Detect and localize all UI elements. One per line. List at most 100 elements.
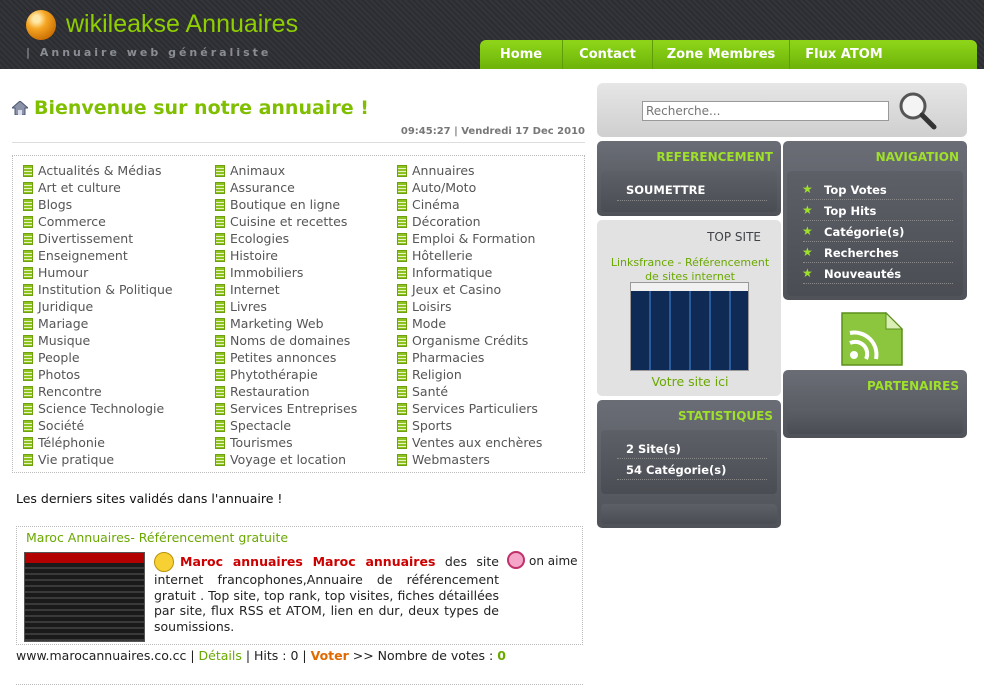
on-aime[interactable]: on aime	[507, 551, 578, 569]
category-link[interactable]: Pharmacies	[397, 349, 542, 366]
vote-link[interactable]: Voter	[311, 648, 349, 663]
category-icon	[215, 216, 225, 228]
category-icon	[23, 233, 33, 245]
category-link[interactable]: Art et culture	[23, 179, 173, 196]
category-link[interactable]: Sports	[397, 417, 542, 434]
category-label: Sports	[412, 418, 453, 433]
search-icon[interactable]	[895, 89, 939, 133]
navigation-title: NAVIGATION	[875, 150, 959, 164]
category-link[interactable]: Institution & Politique	[23, 281, 173, 298]
category-link[interactable]: Petites annonces	[215, 349, 357, 366]
category-label: Marketing Web	[230, 316, 324, 331]
category-label: Blogs	[38, 197, 73, 212]
site-url[interactable]: www.marocannuaires.co.cc	[16, 648, 186, 663]
site-keyword-link[interactable]: Maroc annuaires Maroc annuaires	[180, 554, 435, 569]
top-site-panel: TOP SITE Linksfrance - Référencement de …	[597, 220, 781, 396]
category-link[interactable]: Enseignement	[23, 247, 173, 264]
category-link[interactable]: Spectacle	[215, 417, 357, 434]
category-link[interactable]: Boutique en ligne	[215, 196, 357, 213]
category-link[interactable]: Hôtellerie	[397, 247, 542, 264]
soumettre-link[interactable]: SOUMETTRE	[626, 183, 705, 197]
category-link[interactable]: Religion	[397, 366, 542, 383]
category-link[interactable]: Ecologies	[215, 230, 357, 247]
category-label: Immobiliers	[230, 265, 304, 280]
category-link[interactable]: Décoration	[397, 213, 542, 230]
votre-site-ici-link[interactable]: Votre site ici	[605, 374, 775, 389]
category-icon	[215, 182, 225, 194]
category-link[interactable]: Commerce	[23, 213, 173, 230]
category-link[interactable]: Services Entreprises	[215, 400, 357, 417]
category-list: Actualités & Médias Art et culture Blogs Co…	[12, 155, 585, 473]
category-link[interactable]: Marketing Web	[215, 315, 357, 332]
category-label: Divertissement	[38, 231, 134, 246]
category-label: Annuaires	[412, 163, 475, 178]
category-link[interactable]: Annuaires	[397, 162, 542, 179]
category-link[interactable]: Emploi & Formation	[397, 230, 542, 247]
nav-contact[interactable]: Contact	[563, 40, 653, 69]
category-link[interactable]: Téléphonie	[23, 434, 173, 451]
navigation-link[interactable]: Nouveautés	[824, 267, 901, 281]
category-link[interactable]: Animaux	[215, 162, 357, 179]
logo-icon[interactable]	[26, 10, 56, 40]
category-link[interactable]: Cinéma	[397, 196, 542, 213]
category-link[interactable]: Webmasters	[397, 451, 542, 468]
details-link[interactable]: Détails	[199, 648, 242, 663]
category-label: Photos	[38, 367, 81, 382]
category-link[interactable]: Science Technologie	[23, 400, 173, 417]
category-link[interactable]: Vie pratique	[23, 451, 173, 468]
site-thumbnail[interactable]	[24, 552, 145, 642]
top-site-name[interactable]: Linksfrance - Référencement de sites int…	[605, 256, 775, 284]
category-link[interactable]: Livres	[215, 298, 357, 315]
category-link[interactable]: Divertissement	[23, 230, 173, 247]
category-link[interactable]: Loisirs	[397, 298, 542, 315]
category-icon	[397, 182, 407, 194]
nav-zone-membres[interactable]: Zone Membres	[653, 40, 790, 69]
site-title[interactable]: wikileakse Annuaires	[66, 10, 298, 39]
navigation-link[interactable]: Catégorie(s)	[824, 225, 904, 239]
category-link[interactable]: Juridique	[23, 298, 173, 315]
category-link[interactable]: Cuisine et recettes	[215, 213, 357, 230]
category-link[interactable]: Tourismes	[215, 434, 357, 451]
category-link[interactable]: Humour	[23, 264, 173, 281]
category-link[interactable]: Voyage et location	[215, 451, 357, 468]
category-link[interactable]: Jeux et Casino	[397, 281, 542, 298]
category-link[interactable]: Assurance	[215, 179, 357, 196]
nav-home[interactable]: Home	[480, 40, 563, 69]
category-link[interactable]: Rencontre	[23, 383, 173, 400]
navigation-link[interactable]: Recherches	[824, 246, 899, 260]
category-link[interactable]: Immobiliers	[215, 264, 357, 281]
rss-feed-icon[interactable]	[838, 311, 906, 367]
category-link[interactable]: Internet	[215, 281, 357, 298]
category-link[interactable]: Mariage	[23, 315, 173, 332]
category-link[interactable]: Mode	[397, 315, 542, 332]
category-link[interactable]: Ventes aux enchères	[397, 434, 542, 451]
category-link[interactable]: Santé	[397, 383, 542, 400]
category-icon	[397, 301, 407, 313]
search-input[interactable]	[642, 101, 889, 121]
category-link[interactable]: Musique	[23, 332, 173, 349]
category-link[interactable]: Société	[23, 417, 173, 434]
category-link[interactable]: Organisme Crédits	[397, 332, 542, 349]
category-link[interactable]: Services Particuliers	[397, 400, 542, 417]
category-link[interactable]: Histoire	[215, 247, 357, 264]
category-icon	[23, 165, 33, 177]
category-icon	[397, 216, 407, 228]
category-link[interactable]: Actualités & Médias	[23, 162, 173, 179]
category-link[interactable]: People	[23, 349, 173, 366]
category-link[interactable]: Blogs	[23, 196, 173, 213]
nav-flux-atom[interactable]: Flux ATOM	[790, 40, 898, 69]
navigation-link[interactable]: Top Votes	[824, 183, 887, 197]
navigation-link[interactable]: Top Hits	[824, 204, 876, 218]
category-link[interactable]: Noms de domaines	[215, 332, 357, 349]
category-icon	[23, 301, 33, 313]
category-icon	[23, 335, 33, 347]
category-icon	[215, 352, 225, 364]
site-listing-title[interactable]: Maroc Annuaires- Référencement gratuite	[26, 530, 288, 545]
category-icon	[23, 352, 33, 364]
category-link[interactable]: Phytothérapie	[215, 366, 357, 383]
category-link[interactable]: Auto/Moto	[397, 179, 542, 196]
category-link[interactable]: Restauration	[215, 383, 357, 400]
top-site-thumbnail[interactable]	[630, 282, 749, 371]
category-link[interactable]: Informatique	[397, 264, 542, 281]
category-link[interactable]: Photos	[23, 366, 173, 383]
